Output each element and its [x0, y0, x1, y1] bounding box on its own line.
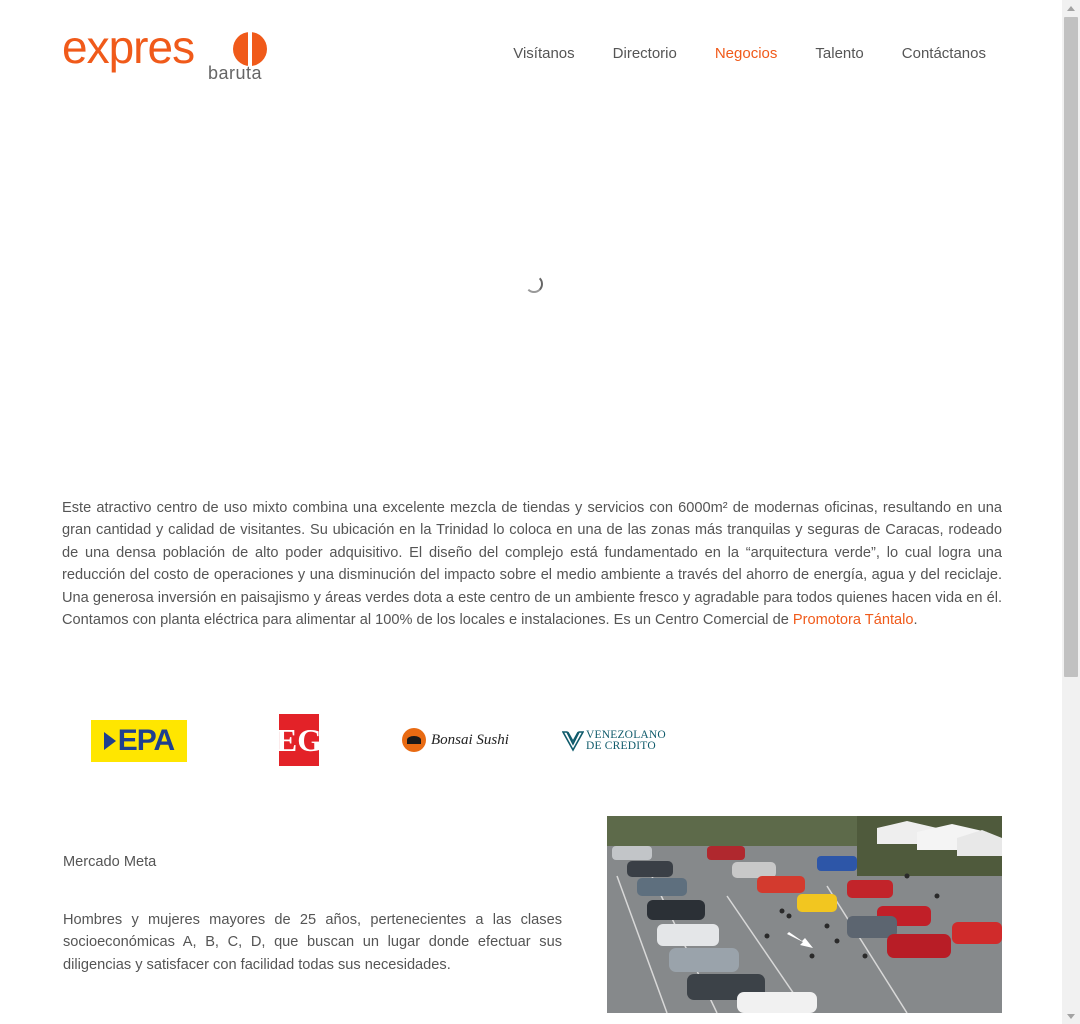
mercado-meta-title: Mercado Meta [63, 854, 157, 870]
scroll-down-arrow-icon[interactable] [1062, 1008, 1080, 1024]
scrollbar-thumb[interactable] [1064, 17, 1078, 677]
venezolano-logo-text: VENEZOLANO DE CREDITO [586, 729, 666, 752]
nav-talento[interactable]: Talento [796, 44, 882, 64]
brand-logos: EPA EG Bonsai Sushi VENEZOLANO DE CREDITO [62, 712, 702, 768]
nav-directorio[interactable]: Directorio [594, 44, 696, 64]
epa-logo-text: EPA [117, 724, 175, 757]
epa-logo[interactable]: EPA [91, 720, 187, 762]
loading-spinner-icon [525, 275, 543, 293]
bonsai-tree-icon [402, 728, 426, 752]
eg-logo[interactable]: EG [275, 714, 323, 766]
nav-visitanos[interactable]: Visítanos [494, 44, 593, 64]
intro-text: Este atractivo centro de uso mixto combi… [62, 500, 1002, 629]
bonsai-sushi-logo[interactable]: Bonsai Sushi [402, 726, 512, 754]
venezolano-de-credito-logo[interactable]: VENEZOLANO DE CREDITO [561, 728, 672, 754]
bonsai-logo-text: Bonsai Sushi [431, 731, 509, 748]
mercado-meta-body: Hombres y mujeres mayores de 25 años, pe… [63, 912, 562, 973]
eg-logo-text: EG [275, 721, 323, 758]
logo-wordmark: expres [62, 21, 195, 73]
scroll-up-arrow-icon[interactable] [1062, 0, 1080, 16]
promotora-tantalo-link[interactable]: Promotora Tántalo [793, 612, 914, 628]
logo-o-icon [233, 32, 267, 66]
site-header: expres baruta Visítanos Directorio Negoc… [62, 18, 1002, 88]
venezolano-v-icon [561, 730, 585, 752]
page: expres baruta Visítanos Directorio Negoc… [0, 0, 1062, 1024]
nav-contactanos[interactable]: Contáctanos [883, 44, 986, 64]
venezolano-line2: DE CREDITO [586, 740, 656, 752]
intro-suffix: . [913, 612, 918, 629]
play-triangle-icon [103, 732, 116, 750]
parking-lot-car-show-photo [607, 816, 1002, 1013]
intro-paragraph: Este atractivo centro de uso mixto combi… [62, 497, 1002, 631]
logo-subtitle: baruta [208, 63, 263, 83]
main-nav: Visítanos Directorio Negocios Talento Co… [494, 44, 986, 64]
page-scrollbar[interactable] [1062, 0, 1080, 1024]
expreso-logo[interactable]: expres baruta [62, 22, 282, 84]
nav-negocios[interactable]: Negocios [696, 44, 797, 64]
